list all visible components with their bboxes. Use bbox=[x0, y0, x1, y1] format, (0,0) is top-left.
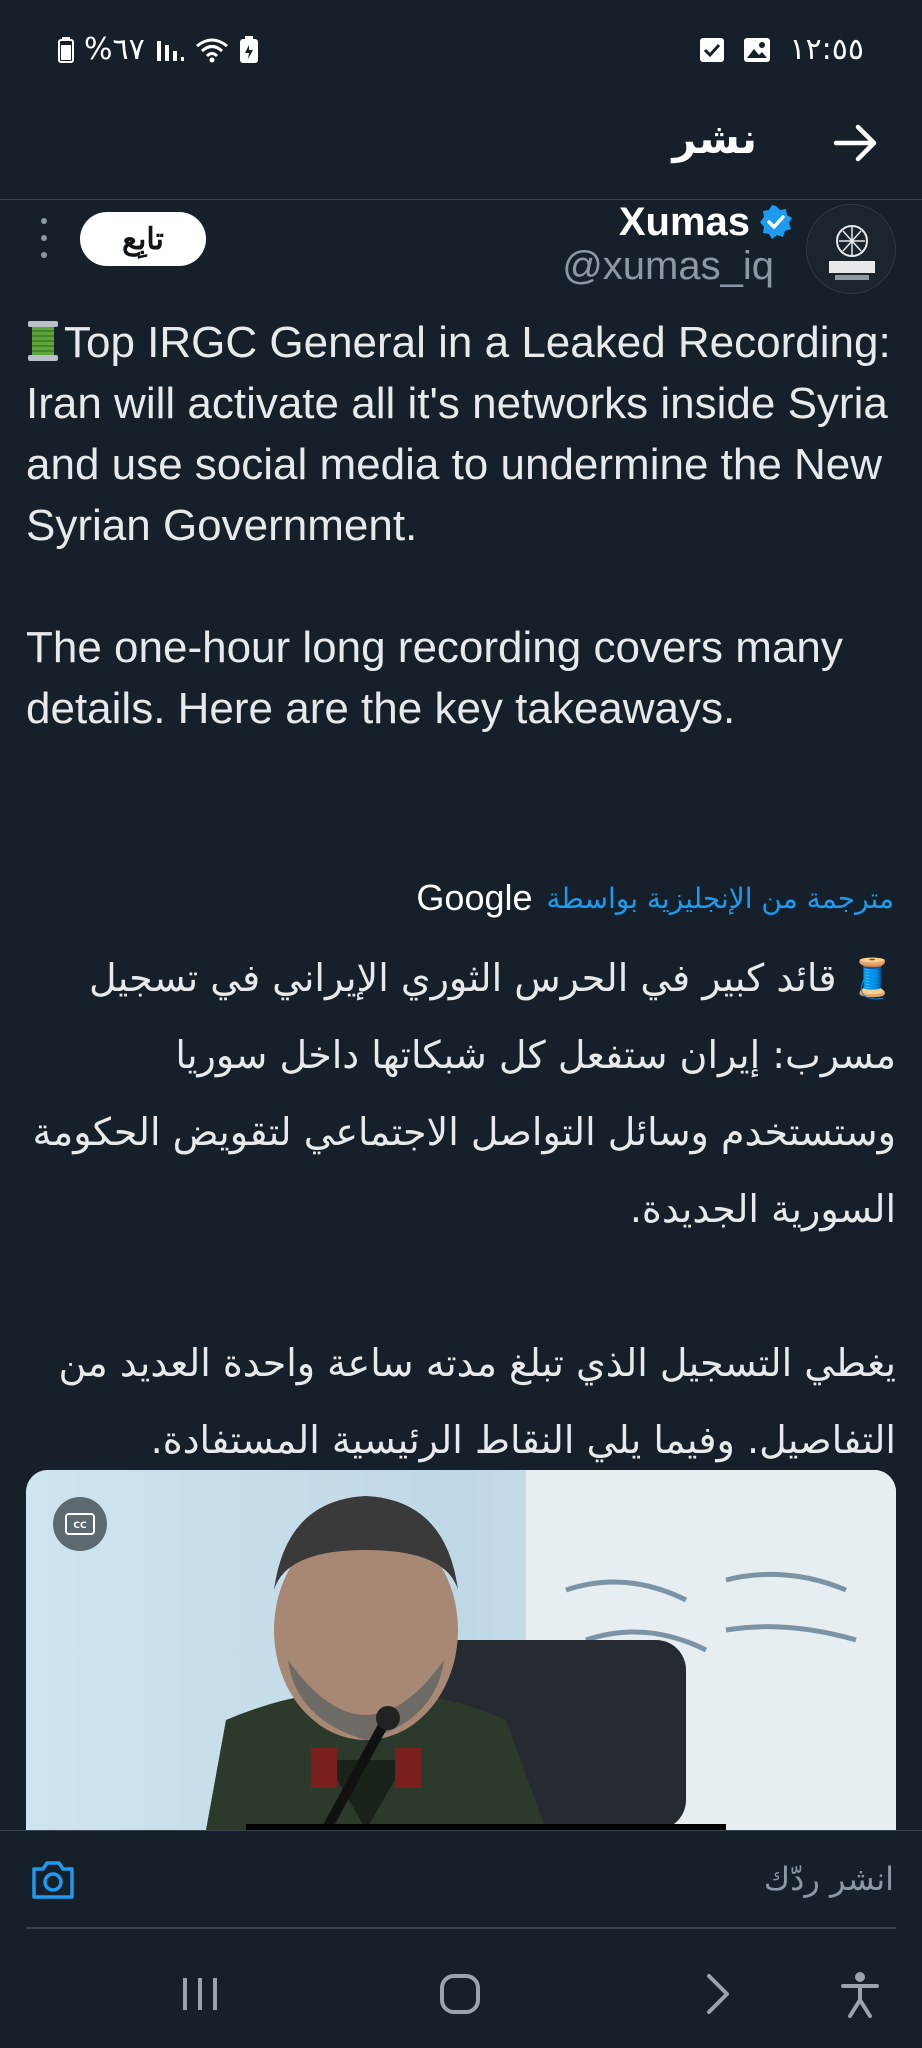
system-nav-bar bbox=[0, 1930, 922, 2048]
status-bar: %٦٧ ١٢:٥٥ bbox=[0, 0, 922, 100]
cc-label: CC bbox=[73, 1521, 87, 1531]
verified-badge-icon bbox=[758, 204, 794, 240]
back-icon[interactable] bbox=[688, 1964, 748, 2024]
translated-text: 🧵 قائد كبير في الحرس الثوري الإيراني في … bbox=[32, 956, 897, 1462]
battery-icon bbox=[58, 36, 74, 63]
tweet-text: Top IRGC General in a Leaked Recording: … bbox=[26, 312, 906, 739]
spool-thread-icon bbox=[26, 318, 60, 362]
status-right-icons: ١٢:٥٥ bbox=[699, 32, 864, 67]
battery-saver-icon bbox=[239, 35, 259, 64]
divider bbox=[26, 1927, 896, 1929]
closed-captions-icon[interactable]: CC bbox=[53, 1497, 107, 1551]
tweet-author-row: Xumas @xumas_iq تابِع bbox=[0, 200, 922, 300]
follow-button[interactable]: تابِع bbox=[80, 212, 206, 266]
translation-attribution: Google مترجمة من الإنجليزية بواسطة bbox=[416, 877, 894, 919]
reply-input[interactable] bbox=[194, 1853, 894, 1905]
media-image bbox=[26, 1470, 896, 1830]
tweet-media[interactable]: CC bbox=[26, 1470, 896, 1830]
translator-name: Google bbox=[416, 877, 533, 918]
translated-by-label[interactable]: مترجمة من الإنجليزية بواسطة bbox=[547, 882, 894, 915]
signal-icon bbox=[155, 37, 185, 63]
recents-icon[interactable] bbox=[170, 1964, 230, 2024]
check-notification-icon bbox=[699, 37, 725, 63]
gallery-notification-icon bbox=[743, 37, 771, 63]
post-header: نشر bbox=[0, 100, 922, 200]
handle[interactable]: @xumas_iq bbox=[562, 244, 774, 289]
status-left-icons: %٦٧ bbox=[58, 32, 259, 67]
reply-bar bbox=[0, 1830, 922, 1928]
battery-percent: %٦٧ bbox=[84, 32, 145, 67]
camera-icon[interactable] bbox=[30, 1859, 76, 1901]
display-name[interactable]: Xumas bbox=[619, 200, 750, 245]
home-icon[interactable] bbox=[430, 1964, 490, 2024]
page-title: نشر bbox=[672, 114, 757, 163]
avatar[interactable] bbox=[806, 204, 896, 294]
tweet-body: Top IRGC General in a Leaked Recording: … bbox=[26, 318, 891, 733]
accessibility-icon[interactable] bbox=[830, 1964, 890, 2024]
more-options-icon[interactable] bbox=[36, 218, 52, 258]
wifi-icon bbox=[195, 37, 229, 63]
back-arrow-icon[interactable] bbox=[830, 118, 880, 168]
clock: ١٢:٥٥ bbox=[789, 32, 864, 67]
